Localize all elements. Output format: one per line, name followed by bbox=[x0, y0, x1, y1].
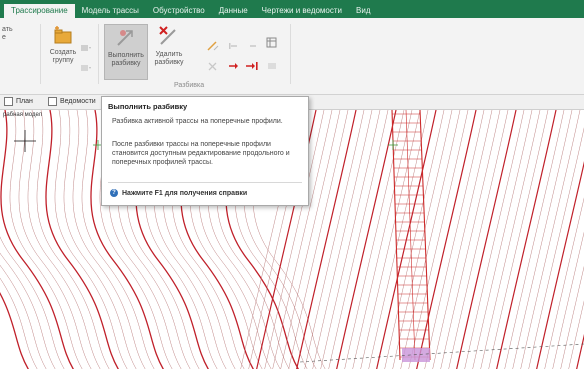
contour-line bbox=[0, 292, 30, 369]
tooltip-title: Выполнить разбивку bbox=[108, 102, 188, 111]
ribbon-separator bbox=[290, 24, 291, 84]
contour-line bbox=[0, 265, 47, 369]
arrow-right-red-icon[interactable] bbox=[228, 58, 240, 69]
tooltip-help-text: Нажмите F1 для получения справки bbox=[122, 189, 248, 197]
tab-drawings[interactable]: Чертежи и ведомости bbox=[255, 4, 349, 18]
tab-data[interactable]: Данные bbox=[212, 4, 255, 18]
contour-line bbox=[536, 161, 584, 369]
delete-split-label: Удалить разбивку bbox=[154, 51, 184, 66]
group-disabled-icon[interactable] bbox=[80, 60, 92, 71]
contour-line bbox=[424, 110, 485, 369]
contour-line bbox=[320, 110, 381, 369]
execute-split-label: Выполнить разбивку bbox=[108, 52, 144, 67]
create-group-label: Создать группу bbox=[49, 49, 77, 64]
contour-line bbox=[520, 110, 581, 369]
contour-line bbox=[488, 110, 549, 369]
contour-line bbox=[504, 110, 565, 369]
tab-route-model[interactable]: Модель трассы bbox=[75, 4, 146, 18]
contour-line bbox=[464, 110, 525, 369]
view-tab-statements-label: Ведомости bbox=[60, 98, 96, 105]
delete-split-icon bbox=[159, 26, 176, 45]
tab-arrangement[interactable]: Обустройство bbox=[146, 4, 212, 18]
statements-view-icon bbox=[48, 97, 57, 106]
contour-line bbox=[344, 110, 405, 369]
split-group-label: Разбивка bbox=[174, 82, 205, 89]
help-icon: ? bbox=[110, 189, 118, 197]
view-tab-plan[interactable]: План bbox=[4, 97, 33, 106]
command-tooltip: Выполнить разбивку Разбивка активной тра… bbox=[101, 96, 309, 206]
contour-line bbox=[18, 110, 92, 369]
layers-disabled-icon[interactable] bbox=[266, 58, 278, 69]
delete-split-button[interactable]: Удалить разбивку bbox=[150, 24, 188, 78]
view-tab-statements[interactable]: Ведомости bbox=[48, 97, 96, 106]
contour-line bbox=[448, 110, 509, 369]
contour-line bbox=[472, 110, 533, 369]
ribbon-panel: ать е Создать группу Выполнить разбивку … bbox=[0, 18, 584, 95]
execute-split-button[interactable]: Выполнить разбивку bbox=[104, 24, 148, 80]
table-icon[interactable] bbox=[266, 36, 278, 48]
contour-line bbox=[544, 197, 584, 369]
route-endpoint-marker bbox=[402, 348, 430, 362]
view-tab-plan-label: План bbox=[16, 98, 33, 105]
contour-line bbox=[528, 127, 584, 369]
contour-line bbox=[304, 110, 365, 369]
tab-view[interactable]: Вид bbox=[349, 4, 377, 18]
contour-line bbox=[432, 110, 493, 369]
contour-line bbox=[568, 300, 584, 369]
contour-line bbox=[0, 252, 56, 369]
tooltip-description: Разбивка активной трассы на поперечные п… bbox=[112, 118, 283, 125]
contour-line bbox=[0, 110, 75, 369]
tooltip-help[interactable]: ? Нажмите F1 для получения справки bbox=[110, 189, 247, 197]
edit-profile-icon[interactable] bbox=[207, 38, 219, 51]
tab-tracing[interactable]: Трассирование bbox=[4, 4, 75, 18]
contour-line bbox=[328, 110, 389, 369]
arrow-right-end-red-icon[interactable] bbox=[245, 58, 258, 70]
dashed-boundary-line bbox=[299, 343, 584, 363]
contour-line bbox=[512, 110, 573, 369]
contour-line bbox=[456, 110, 517, 369]
view-label: рабная модел bbox=[3, 112, 43, 118]
create-group-button[interactable]: Создать группу bbox=[47, 24, 79, 78]
close-disabled-icon[interactable] bbox=[207, 58, 219, 71]
dropdown-disabled-icon[interactable] bbox=[80, 40, 92, 51]
tooltip-details: После разбивки трассы на поперечные проф… bbox=[112, 141, 290, 166]
contour-line bbox=[9, 110, 83, 369]
ribbon-left-cut-label: ать е bbox=[2, 26, 13, 41]
step-prev-disabled-icon[interactable] bbox=[228, 38, 240, 49]
contour-line bbox=[312, 110, 373, 369]
contour-line bbox=[27, 110, 101, 369]
contour-line bbox=[336, 110, 397, 369]
ribbon-separator bbox=[40, 24, 41, 84]
ribbon-separator bbox=[98, 24, 99, 84]
contour-line bbox=[440, 110, 501, 369]
ribbon-tab-bar: Трассирование Модель трассы Обустройство… bbox=[0, 0, 584, 18]
step-next-disabled-icon[interactable] bbox=[247, 38, 259, 48]
contour-line bbox=[576, 333, 584, 369]
contour-line bbox=[496, 110, 557, 369]
plan-view-icon bbox=[4, 97, 13, 106]
tooltip-divider bbox=[108, 182, 302, 183]
contour-line bbox=[480, 110, 541, 369]
folder-plus-icon bbox=[54, 26, 72, 44]
split-route-icon bbox=[117, 30, 133, 46]
